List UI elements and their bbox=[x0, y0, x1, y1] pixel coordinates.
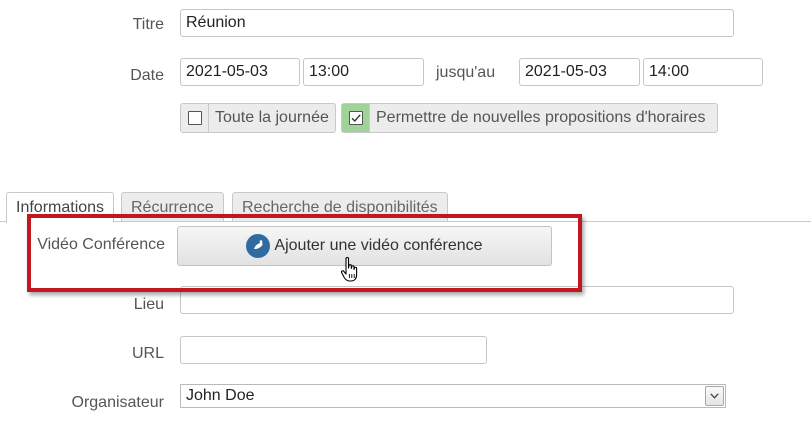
title-label: Titre bbox=[132, 16, 164, 33]
start-date-input[interactable]: 2021-05-03 bbox=[180, 58, 300, 86]
url-label: URL bbox=[131, 345, 164, 362]
checkbox-empty-icon bbox=[187, 111, 202, 125]
tab-recurrence[interactable]: Récurrence bbox=[121, 192, 224, 222]
organizer-selected-value: John Doe bbox=[186, 387, 255, 404]
all-day-label: Toute la journée bbox=[215, 109, 329, 126]
organizer-label: Organisateur bbox=[71, 394, 165, 411]
allow-proposals-toggle[interactable]: Permettre de nouvelles propositions d'ho… bbox=[341, 103, 718, 133]
start-time-input[interactable]: 13:00 bbox=[303, 58, 424, 86]
add-video-conference-button[interactable]: Ajouter une vidéo conférence bbox=[177, 226, 552, 266]
video-conference-label: Vidéo Conférence bbox=[37, 236, 165, 253]
hand-cursor-icon bbox=[340, 256, 358, 282]
tab-availability-search[interactable]: Recherche de disponibilités bbox=[232, 192, 448, 222]
tab-informations[interactable]: Informations bbox=[6, 192, 115, 223]
chevron-down-icon[interactable] bbox=[705, 386, 724, 406]
allow-proposals-label: Permettre de nouvelles propositions d'ho… bbox=[376, 109, 706, 126]
end-time-input[interactable]: 14:00 bbox=[643, 58, 763, 86]
allow-proposals-checkbox[interactable] bbox=[342, 104, 370, 132]
organizer-select[interactable]: John Doe bbox=[180, 384, 726, 408]
date-label: Date bbox=[130, 67, 164, 84]
add-video-conference-label: Ajouter une vidéo conférence bbox=[274, 237, 483, 254]
checkmark-icon bbox=[348, 111, 363, 125]
tab-divider bbox=[0, 221, 811, 222]
title-input[interactable]: Réunion bbox=[180, 9, 734, 37]
all-day-toggle[interactable]: Toute la journée bbox=[180, 103, 336, 133]
end-date-input[interactable]: 2021-05-03 bbox=[519, 58, 640, 86]
all-day-checkbox[interactable] bbox=[181, 104, 209, 132]
until-label: jusqu'au bbox=[436, 64, 496, 81]
url-input[interactable] bbox=[180, 336, 487, 364]
location-label: Lieu bbox=[133, 296, 164, 313]
location-input[interactable] bbox=[180, 286, 734, 314]
video-conference-icon bbox=[246, 234, 271, 258]
